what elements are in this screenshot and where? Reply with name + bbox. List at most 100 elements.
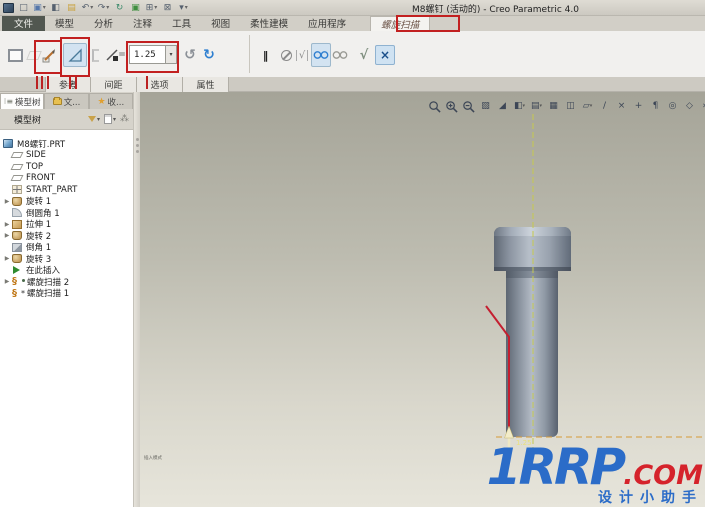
navigator-tab-star[interactable]: ★收... (89, 93, 133, 109)
tree-item-2[interactable]: TOP (0, 161, 133, 173)
navigator-panel: ⁝≡模型树文...★收... 模型树 ▾ ▾ ⁂ M8螺钉.PRTSIDETOP… (0, 92, 133, 507)
graphics-toolbar: ▧◢◧▾▤▾▦◫▱▾/×+¶◎◇»▾ (427, 99, 705, 113)
accept-button[interactable]: √ (355, 43, 373, 67)
section-view-icon[interactable]: ◫ (563, 99, 578, 113)
ribbon-tab-4[interactable]: 工具 (162, 16, 201, 31)
expand-arrow-icon[interactable]: ▶ (2, 232, 12, 239)
tree-item-6[interactable]: 倒圆角 1 (0, 207, 133, 219)
left-hand-button[interactable]: ↺ (181, 43, 199, 67)
ribbon-tab-6[interactable]: 柔性建模 (240, 16, 298, 31)
part-icon (3, 139, 13, 148)
no-preview-icon (281, 50, 292, 61)
ribbon-tab-3[interactable]: 注释 (123, 16, 162, 31)
tree-item-3[interactable]: FRONT (0, 173, 133, 185)
regenerate-icon[interactable]: ↻ (113, 2, 126, 14)
datum-plane-display-icon[interactable]: ▱▾ (580, 99, 595, 113)
right-hand-icon: ↻ (203, 47, 215, 63)
more-icon[interactable]: »▾ (699, 99, 705, 113)
saved-orientations-icon[interactable]: ▤▾ (529, 99, 544, 113)
open-icon[interactable]: ▣▾ (33, 2, 46, 14)
panel-tab-0[interactable]: 参考 (45, 77, 91, 92)
refit-icon[interactable] (427, 99, 442, 113)
datum-point-display-icon[interactable]: × (614, 99, 629, 113)
ribbon-tab-file[interactable]: 文件 (2, 16, 45, 31)
display-style-icon[interactable]: ◧▾ (512, 99, 527, 113)
zoom-in-icon[interactable] (444, 99, 459, 113)
tree-item-9[interactable]: 倒角 1 (0, 242, 133, 254)
tree-item-11[interactable]: 在此插入 (0, 265, 133, 277)
navigator-tab-tree[interactable]: ⁝≡模型树 (0, 93, 44, 109)
tree-settings-icon[interactable]: ⁂ (120, 114, 129, 124)
window-switch-icon[interactable]: ⊞▾ (145, 2, 158, 14)
preview-attached-button[interactable] (311, 43, 331, 67)
panel-tab-3[interactable]: 属性 (183, 77, 229, 92)
status-marker (20, 277, 26, 286)
solid-icon (8, 49, 23, 62)
tree-item-12[interactable]: ▶§螺旋扫描 2 (0, 276, 133, 288)
save-icon[interactable]: ◧ (49, 2, 62, 14)
feature-requirements-button[interactable]: √ (293, 43, 311, 67)
panel-tab-1[interactable]: 间距 (91, 77, 137, 92)
pause-button[interactable]: ‖ (256, 43, 274, 67)
redo-icon[interactable]: ↷▾ (97, 2, 110, 14)
cancel-button[interactable]: × (375, 45, 395, 65)
status-marker: * (20, 289, 26, 298)
perspective-icon[interactable]: ◇ (682, 99, 697, 113)
panel-tab-2[interactable]: 选项 (137, 77, 183, 92)
datum-axis-display-icon[interactable]: / (597, 99, 612, 113)
dashboard-panel-tabs: 参考间距选项属性 (0, 77, 705, 92)
page-display-icon[interactable]: ▾ (104, 114, 116, 124)
close-window-icon[interactable]: ⊠ (161, 2, 174, 14)
new-file-icon[interactable]: □ (17, 2, 30, 14)
tree-item-5[interactable]: ▶ 旋转 1 (0, 196, 133, 208)
tree-item-label: TOP (26, 162, 43, 172)
tree-item-1[interactable]: SIDE (0, 150, 133, 162)
tree-item-10[interactable]: ▶旋转 3 (0, 253, 133, 265)
ribbon-tab-1[interactable]: 模型 (45, 16, 84, 31)
expand-arrow-icon[interactable]: ▶ (2, 221, 12, 228)
annotation-display-icon[interactable]: ¶ (648, 99, 663, 113)
tree-item-13[interactable]: §*螺旋扫描 1 (0, 288, 133, 300)
plane-icon (11, 164, 24, 170)
tree-item-7[interactable]: ▶拉伸 1 (0, 219, 133, 231)
tree-item-label: 螺旋扫描 2 (27, 276, 69, 288)
expand-arrow-icon[interactable]: ▶ (2, 198, 12, 205)
filter-icon[interactable]: ▾ (88, 116, 100, 123)
panel-splitter[interactable] (133, 92, 140, 507)
pause-icon: ‖ (263, 49, 268, 62)
csys-icon (12, 185, 22, 194)
app-button-icon[interactable] (3, 3, 14, 13)
window-title: M8螺钉 (活动的) - Creo Parametric 4.0 (412, 2, 579, 15)
left-hand-icon: ↺ (184, 47, 196, 63)
watermark-suffix: .COM (623, 460, 703, 491)
tree-item-label: 在此插入 (26, 264, 60, 276)
model-display-icon[interactable]: ▣ (129, 2, 142, 14)
preview-detached-button[interactable] (330, 43, 350, 67)
view-manager-icon[interactable]: ▦ (546, 99, 561, 113)
zoom-out-icon[interactable] (461, 99, 476, 113)
shade-quality-icon[interactable]: ◢ (495, 99, 510, 113)
graphics-viewport[interactable]: ▧◢◧▾▤▾▦◫▱▾/×+¶◎◇»▾ 1.25 插入模式 1RRP.COM 设计… (140, 92, 705, 507)
annotation-box-triangle (60, 37, 90, 77)
navigator-tab-folder[interactable]: 文... (44, 93, 88, 109)
expand-arrow-icon[interactable]: ▶ (2, 278, 12, 285)
ribbon-tab-7[interactable]: 应用程序 (298, 16, 356, 31)
right-hand-button[interactable]: ↻ (199, 43, 219, 67)
spin-center-icon[interactable]: ◎ (665, 99, 680, 113)
save-backup-icon[interactable]: ▤ (65, 2, 78, 14)
round-icon (12, 208, 22, 217)
watermark-main: 1RRP (487, 438, 623, 496)
revolve-icon (12, 231, 22, 240)
ribbon-tab-2[interactable]: 分析 (84, 16, 123, 31)
ribbon-tab-5[interactable]: 视图 (201, 16, 240, 31)
undo-icon[interactable]: ↶▾ (81, 2, 94, 14)
tree-root-item[interactable]: M8螺钉.PRT (0, 138, 133, 150)
expand-arrow-icon[interactable]: ▶ (2, 255, 12, 262)
tree-item-4[interactable]: START_PART (0, 184, 133, 196)
csys-display-icon[interactable]: + (631, 99, 646, 113)
more-icon[interactable]: ▾▾ (177, 2, 190, 14)
repaint-icon[interactable]: ▧ (478, 99, 493, 113)
creo-window: □▣▾◧▤↶▾↷▾↻▣⊞▾⊠▾▾ M8螺钉 (活动的) - Creo Param… (0, 0, 705, 507)
tree-item-8[interactable]: ▶旋转 2 (0, 230, 133, 242)
tree-item-label: 旋转 1 (26, 195, 51, 207)
